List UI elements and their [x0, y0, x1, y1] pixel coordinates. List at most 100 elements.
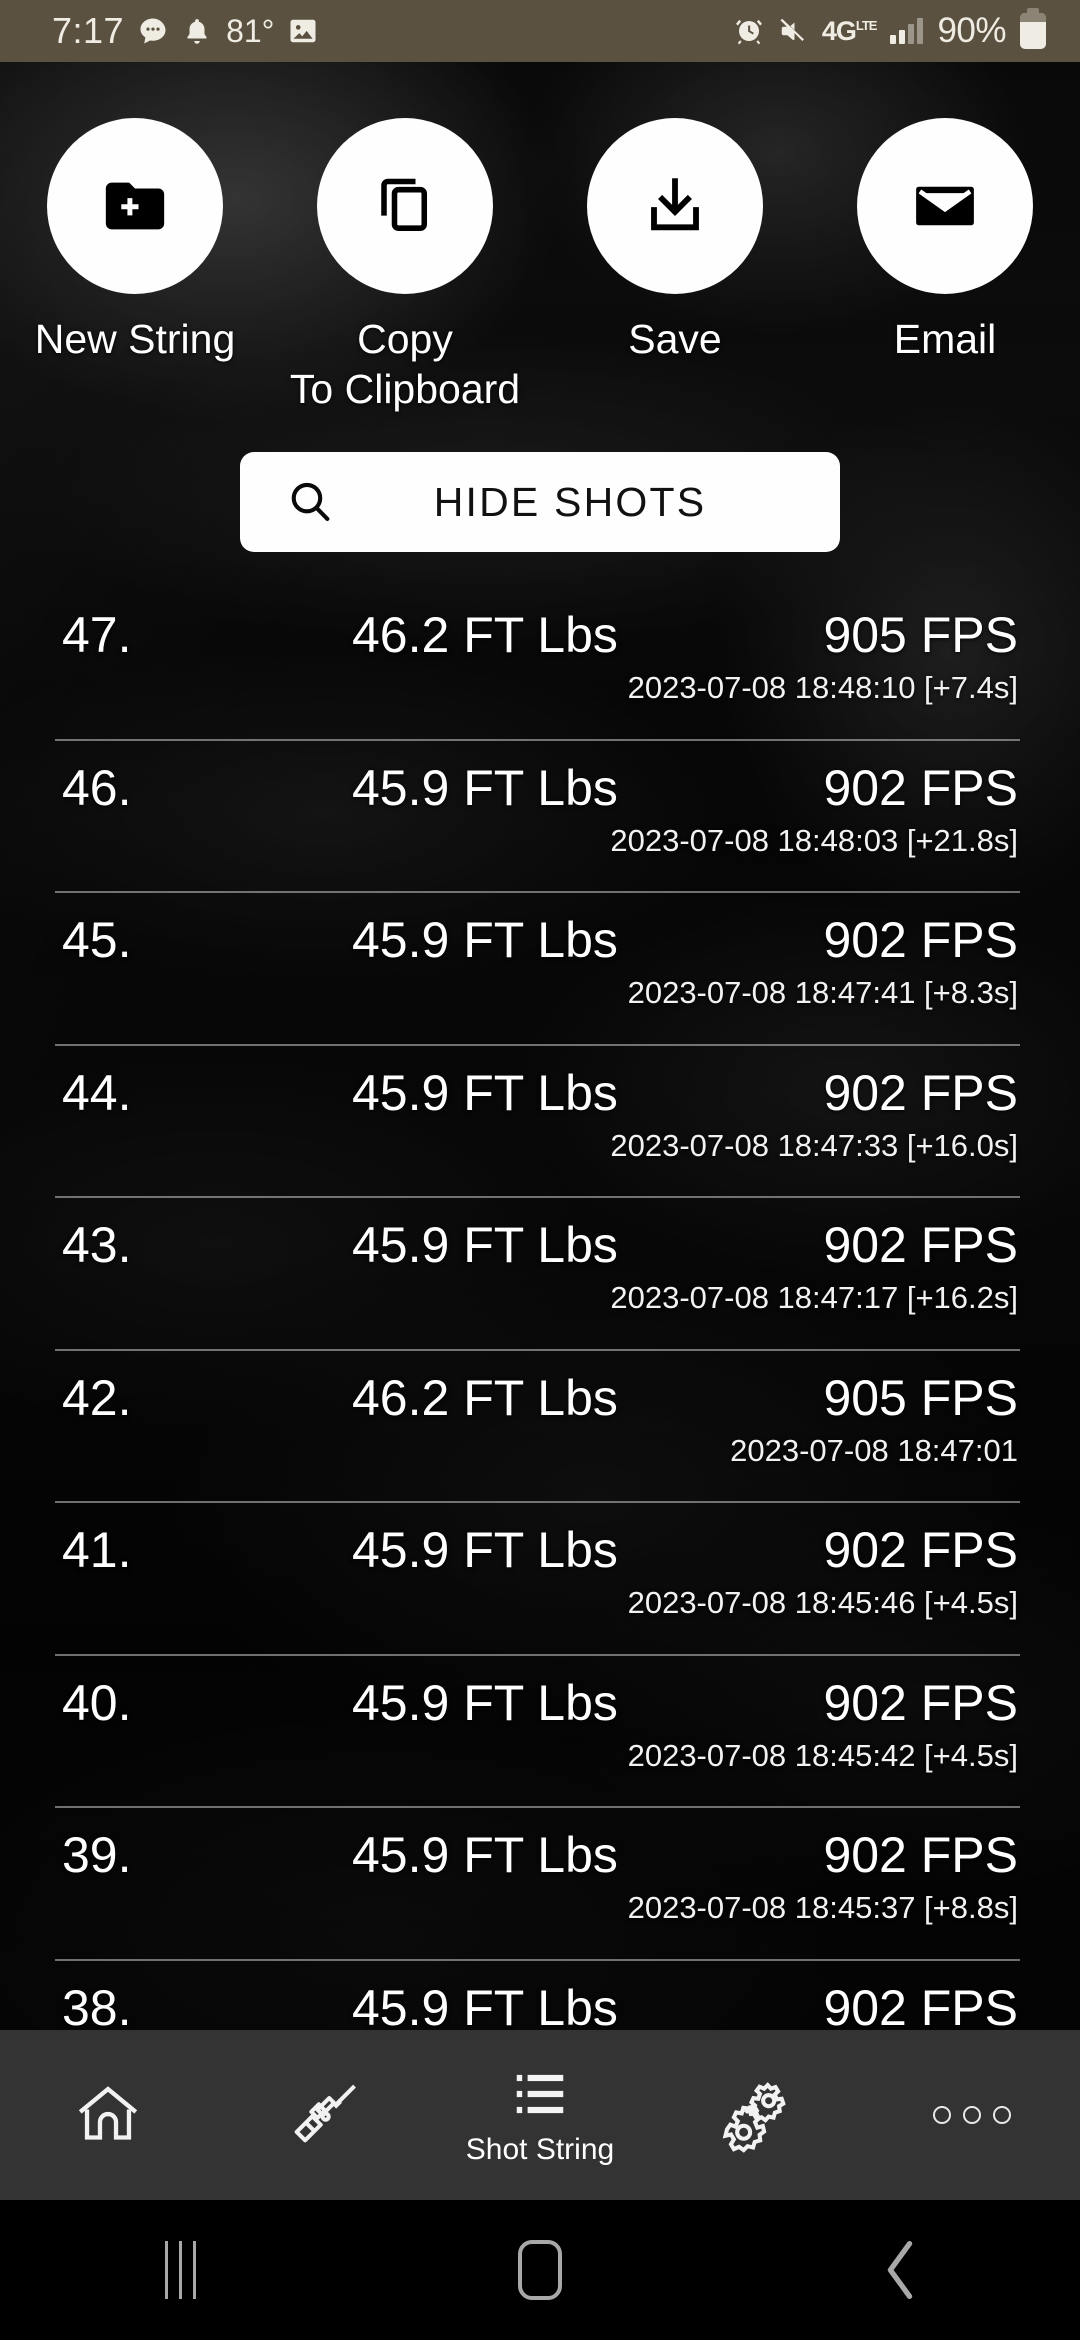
email-label: Email	[893, 316, 997, 362]
shot-energy: 45.9 FT Lbs	[352, 1979, 618, 2031]
table-row[interactable]: 44. 45.9 FT Lbs 902 FPS 2023-07-08 18:47…	[0, 1046, 1080, 1198]
android-home-button[interactable]	[360, 2240, 720, 2300]
shot-row-main: 47. 46.2 FT Lbs 905 FPS	[0, 588, 1080, 664]
nav-item-more[interactable]	[864, 2030, 1080, 2200]
table-row[interactable]: 45. 45.9 FT Lbs 902 FPS 2023-07-08 18:47…	[0, 893, 1080, 1046]
email-button-circle[interactable]	[857, 118, 1033, 294]
table-row[interactable]: 40. 45.9 FT Lbs 902 FPS 2023-07-08 18:45…	[0, 1656, 1080, 1808]
shot-row-main: 38. 45.9 FT Lbs 902 FPS	[0, 1961, 1080, 2031]
message-bubble-icon	[138, 16, 168, 46]
status-time: 7:17	[52, 10, 125, 51]
save-button-circle[interactable]	[587, 118, 763, 294]
shot-timestamp: 2023-07-08 18:48:03 [+21.8s]	[610, 822, 1018, 858]
status-bar: 7:17 81° 4GLTE 90%	[0, 0, 1080, 62]
shot-speed: 902 FPS	[823, 1979, 1018, 2031]
table-row[interactable]: 41. 45.9 FT Lbs 902 FPS 2023-07-08 18:45…	[0, 1503, 1080, 1656]
action-button-row: New String Copy To Clipboard Save Email	[0, 118, 1080, 414]
nav-item-shot-string[interactable]: Shot String	[432, 2030, 648, 2200]
bottom-nav-bar: Shot String	[0, 2030, 1080, 2200]
copy-to-clipboard-button[interactable]: Copy To Clipboard	[270, 118, 540, 414]
bell-icon	[182, 16, 212, 46]
save-button[interactable]: Save	[540, 118, 810, 414]
shot-row-main: 40. 45.9 FT Lbs 902 FPS	[0, 1656, 1080, 1732]
shot-timestamp: 2023-07-08 18:48:10 [+7.4s]	[627, 670, 1018, 705]
shot-index: 46.	[62, 759, 132, 816]
copy-to-clipboard-button-circle[interactable]	[317, 118, 493, 294]
shot-energy: 45.9 FT Lbs	[352, 1064, 618, 1121]
list-icon	[509, 2063, 571, 2125]
gears-icon	[717, 2076, 795, 2154]
shot-speed: 902 FPS	[823, 1674, 1018, 1731]
nav-item-home[interactable]	[0, 2030, 216, 2200]
status-bar-right: 4GLTE 90%	[734, 8, 1046, 51]
email-button[interactable]: Email	[810, 118, 1080, 414]
shot-row-main: 42. 46.2 FT Lbs 905 FPS	[0, 1351, 1080, 1427]
shot-timestamp: 2023-07-08 18:45:42 [+4.5s]	[627, 1737, 1018, 1773]
shot-energy: 45.9 FT Lbs	[352, 1674, 618, 1731]
hide-shots-button[interactable]: HIDE SHOTS	[240, 452, 840, 552]
shot-speed: 905 FPS	[823, 1369, 1018, 1426]
shot-list[interactable]: 47. 46.2 FT Lbs 905 FPS 2023-07-08 18:48…	[0, 588, 1080, 2030]
table-row[interactable]: 43. 45.9 FT Lbs 902 FPS 2023-07-08 18:47…	[0, 1198, 1080, 1351]
rifle-icon	[285, 2076, 363, 2154]
shot-row-main: 45. 45.9 FT Lbs 902 FPS	[0, 893, 1080, 969]
new-string-label: New String	[34, 316, 236, 362]
shot-energy: 45.9 FT Lbs	[352, 759, 618, 816]
shot-index: 39.	[62, 1827, 132, 1883]
more-dots-icon	[933, 2106, 1011, 2124]
android-navigation-bar	[0, 2200, 1080, 2340]
shot-timestamp: 2023-07-08 18:45:46 [+4.5s]	[627, 1585, 1018, 1620]
shot-timestamp: 2023-07-08 18:47:33 [+16.0s]	[610, 1127, 1018, 1163]
hide-shots-label: HIDE SHOTS	[433, 478, 707, 525]
signal-bars-icon	[890, 18, 924, 44]
shot-energy: 46.2 FT Lbs	[352, 1369, 618, 1426]
mute-icon	[778, 16, 808, 46]
nav-item-shot-string-label: Shot String	[465, 2133, 615, 2166]
copy-to-clipboard-label: Copy To Clipboard	[289, 316, 521, 412]
shot-index: 44.	[62, 1064, 132, 1121]
android-back-button[interactable]	[720, 2234, 1080, 2306]
photo-icon	[288, 16, 318, 46]
envelope-icon	[910, 171, 980, 241]
nav-item-settings[interactable]	[648, 2030, 864, 2200]
shot-speed: 902 FPS	[823, 759, 1018, 816]
status-bar-left: 7:17 81°	[52, 10, 318, 52]
shot-energy: 45.9 FT Lbs	[352, 1827, 618, 1883]
table-row[interactable]: 42. 46.2 FT Lbs 905 FPS 2023-07-08 18:47…	[0, 1351, 1080, 1503]
table-row[interactable]: 47. 46.2 FT Lbs 905 FPS 2023-07-08 18:48…	[0, 588, 1080, 741]
download-icon	[640, 171, 710, 241]
shot-speed: 905 FPS	[823, 607, 1018, 663]
shot-speed: 902 FPS	[823, 1827, 1018, 1883]
search-icon	[262, 476, 358, 528]
shot-speed: 902 FPS	[823, 1064, 1018, 1121]
shot-index: 47.	[62, 607, 132, 663]
new-string-button-circle[interactable]	[47, 118, 223, 294]
save-label: Save	[628, 316, 722, 362]
shot-row-main: 43. 45.9 FT Lbs 902 FPS	[0, 1198, 1080, 1274]
shot-timestamp: 2023-07-08 18:47:01	[730, 1432, 1018, 1468]
nav-item-rifle[interactable]	[216, 2030, 432, 2200]
recents-icon	[164, 2241, 196, 2299]
shot-timestamp: 2023-07-08 18:45:37 [+8.8s]	[627, 1890, 1018, 1925]
shot-index: 43.	[62, 1217, 132, 1273]
shot-energy: 45.9 FT Lbs	[352, 912, 618, 968]
battery-icon	[1020, 8, 1046, 49]
app-screen: 7:17 81° 4GLTE 90% New String Copy To Cl…	[0, 0, 1080, 2340]
battery-percent: 90%	[937, 11, 1006, 50]
shot-row-main: 44. 45.9 FT Lbs 902 FPS	[0, 1046, 1080, 1122]
android-recents-button[interactable]	[0, 2241, 360, 2299]
table-row[interactable]: 46. 45.9 FT Lbs 902 FPS 2023-07-08 18:48…	[0, 741, 1080, 893]
status-temperature: 81°	[226, 12, 275, 49]
shot-index: 40.	[62, 1674, 132, 1731]
shot-row-main: 39. 45.9 FT Lbs 902 FPS	[0, 1808, 1080, 1884]
new-string-button[interactable]: New String	[0, 118, 270, 414]
table-row[interactable]: 39. 45.9 FT Lbs 902 FPS 2023-07-08 18:45…	[0, 1808, 1080, 1961]
network-type-icon: 4GLTE	[821, 15, 878, 46]
shot-index: 45.	[62, 912, 132, 968]
shot-timestamp: 2023-07-08 18:47:41 [+8.3s]	[627, 975, 1018, 1010]
shot-index: 38.	[62, 1979, 132, 2031]
home-square-icon	[518, 2240, 562, 2300]
alarm-clock-icon	[734, 16, 764, 46]
shot-energy: 45.9 FT Lbs	[352, 1522, 618, 1578]
table-row[interactable]: 38. 45.9 FT Lbs 902 FPS	[0, 1961, 1080, 2031]
